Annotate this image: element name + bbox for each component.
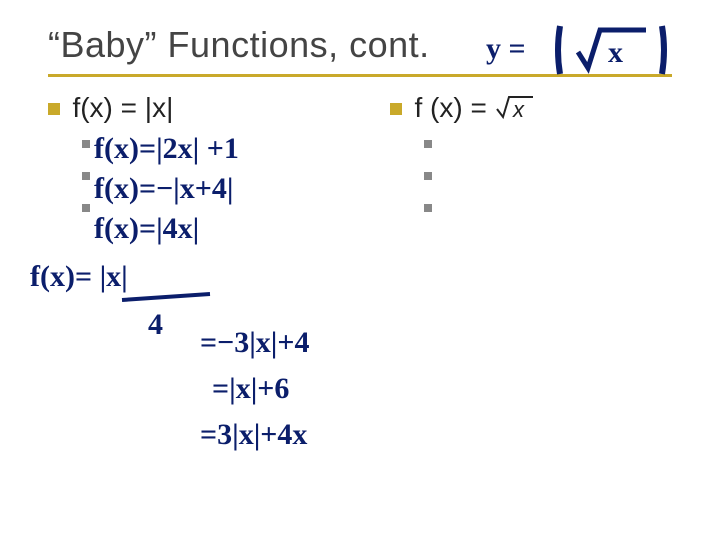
handwriting-e1: =−3|x|+4 (200, 320, 460, 369)
bullet-square-icon (424, 172, 432, 180)
svg-text:=|x|+6: =|x|+6 (212, 372, 289, 405)
handwriting-e3: =3|x|+4x (200, 412, 480, 461)
bullet-square-icon (424, 204, 432, 212)
right-header-radicand: x (512, 97, 525, 121)
right-column: f (x) = x (390, 92, 670, 220)
left-sub-3 (82, 202, 368, 220)
left-sub-1 (82, 138, 368, 156)
slide: “Baby” Functions, cont. f(x) = |x| f (x)… (0, 0, 720, 540)
right-header: f (x) = x (414, 92, 534, 124)
svg-text:f(x)= |x|: f(x)= |x| (30, 260, 128, 293)
bullet-square-icon (424, 140, 432, 148)
left-header: f(x) = |x| (72, 92, 173, 124)
sqrt-icon: x (495, 93, 535, 121)
svg-text:=3|x|+4x: =3|x|+4x (200, 418, 307, 451)
right-sub-2 (424, 170, 670, 188)
page-title: “Baby” Functions, cont. (48, 24, 672, 66)
right-sub-3 (424, 202, 670, 220)
left-header-row: f(x) = |x| (48, 92, 368, 124)
bullet-square-icon (82, 204, 90, 212)
bullet-square-icon (48, 103, 60, 115)
svg-text:=−3|x|+4: =−3|x|+4 (200, 326, 310, 359)
left-sub-2 (82, 170, 368, 188)
right-sub-1 (424, 138, 670, 156)
right-header-prefix: f (x) = (414, 92, 494, 123)
bullet-square-icon (82, 172, 90, 180)
handwriting-fraction: f(x)= |x| 4 (30, 256, 250, 351)
title-underline (48, 74, 672, 77)
left-column: f(x) = |x| (48, 92, 368, 220)
title-block: “Baby” Functions, cont. (48, 24, 672, 77)
svg-text:4: 4 (148, 308, 163, 341)
handwriting-e2: =|x|+6 (212, 366, 472, 415)
bullet-square-icon (82, 140, 90, 148)
bullet-square-icon (390, 103, 402, 115)
right-header-row: f (x) = x (390, 92, 670, 124)
